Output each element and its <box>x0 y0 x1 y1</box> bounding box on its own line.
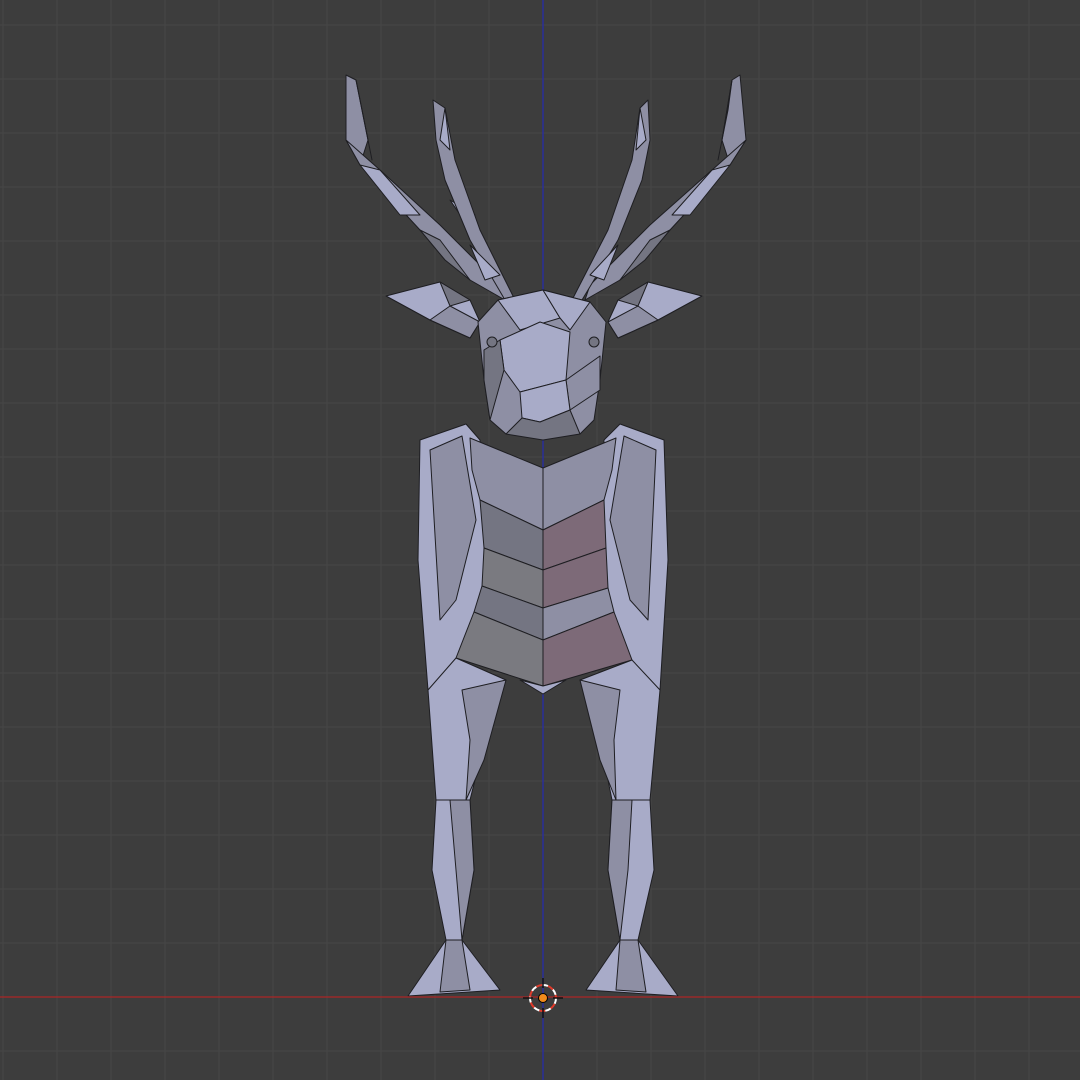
mesh-face <box>671 164 731 216</box>
head[interactable] <box>477 289 607 441</box>
3d-viewport[interactable] <box>0 0 1080 1080</box>
leg-left[interactable] <box>407 657 507 997</box>
mesh-face <box>584 139 747 301</box>
mesh-face <box>345 139 506 301</box>
ear-left[interactable] <box>385 281 481 339</box>
viewport-canvas[interactable] <box>0 0 1080 1080</box>
mesh-face <box>359 164 421 216</box>
eye-right <box>588 336 600 348</box>
leg-right[interactable] <box>579 659 679 997</box>
ear-right[interactable] <box>607 281 703 339</box>
object-origin-dot[interactable] <box>538 993 548 1003</box>
mesh-face <box>579 679 621 801</box>
deer-mesh[interactable] <box>345 74 747 997</box>
eye-left <box>486 336 498 348</box>
